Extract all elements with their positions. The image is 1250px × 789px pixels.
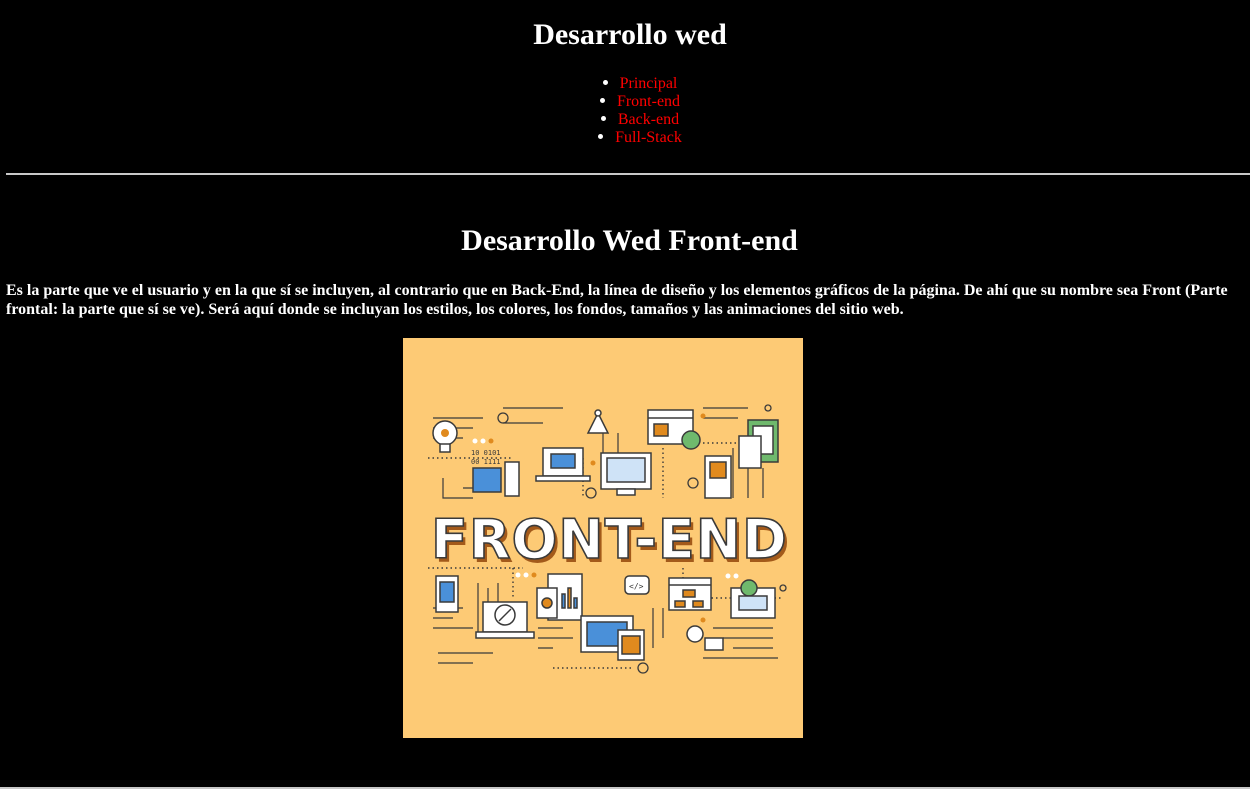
horizontal-rule xyxy=(6,173,1250,175)
section-title: Desarrollo Wed Front-end xyxy=(461,224,798,257)
nav-link-full-stack[interactable]: Full-Stack xyxy=(615,129,682,146)
intro-paragraph: Es la parte que ve el usuario y en la qu… xyxy=(6,282,1228,318)
bullet-icon xyxy=(598,133,604,139)
nav-link-back-end[interactable]: Back-end xyxy=(618,111,679,128)
bullet-icon xyxy=(602,79,608,85)
nav-link-principal[interactable]: Principal xyxy=(620,75,678,92)
site-title: Desarrollo wed xyxy=(533,18,727,51)
nav-item-full-stack: Full-Stack xyxy=(0,129,1250,147)
svg-text:</>: </> xyxy=(629,582,644,591)
svg-text:10 0101: 10 0101 xyxy=(471,449,501,457)
svg-text:00 1111: 00 1111 xyxy=(471,458,501,466)
bullet-icon xyxy=(600,115,606,121)
bullet-icon xyxy=(599,97,605,103)
main-nav: Principal Front-end Back-end Full-Stack xyxy=(0,75,1250,147)
svg-text:FRONT-END: FRONT-END xyxy=(431,508,788,571)
nav-item-back-end: Back-end xyxy=(0,111,1250,129)
front-end-illustration: 10 0101 00 1111 FRONT-END FRONT-END </> xyxy=(403,338,803,738)
nav-item-front-end: Front-end xyxy=(0,93,1250,111)
nav-link-front-end[interactable]: Front-end xyxy=(617,93,680,110)
page: Desarrollo wed Principal Front-end Back-… xyxy=(0,0,1250,789)
nav-item-principal: Principal xyxy=(0,75,1250,93)
